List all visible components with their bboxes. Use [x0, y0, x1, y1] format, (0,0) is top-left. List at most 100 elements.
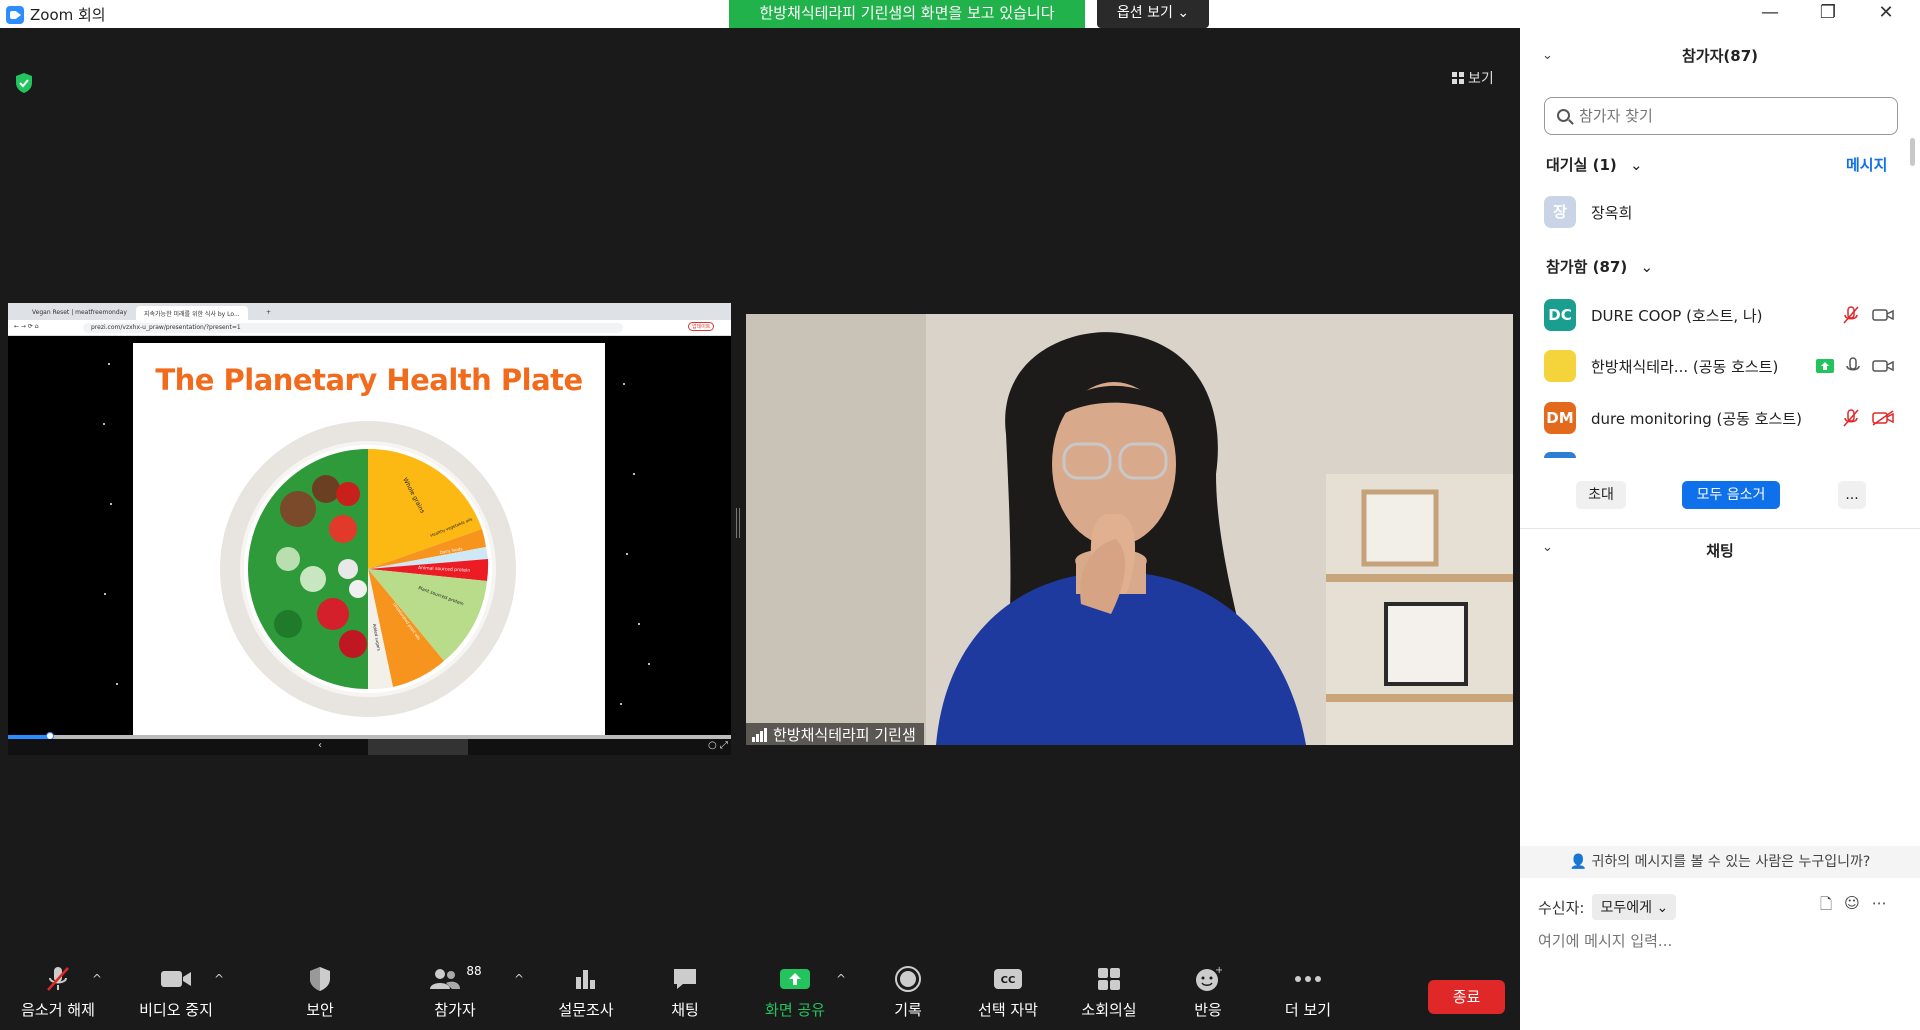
- participant-count-badge: 88: [466, 964, 482, 978]
- browser-tab-strip: Vegan Reset | meatfreemonday 지속가능한 미래를 위…: [8, 303, 731, 320]
- mute-all-button[interactable]: 모두 음소거: [1682, 481, 1780, 509]
- participant-name: 한방채식테라피 기린샘: [773, 726, 916, 744]
- avatar: 장: [1544, 196, 1576, 228]
- participants-more-button[interactable]: ...: [1838, 481, 1866, 509]
- breakout-rooms-button[interactable]: 소회의실: [1074, 962, 1144, 1020]
- slide-title: The Planetary Health Plate: [155, 363, 583, 397]
- minimize-button[interactable]: —: [1750, 2, 1790, 23]
- end-meeting-button[interactable]: 종료: [1428, 980, 1505, 1014]
- share-screen-button[interactable]: 화면 공유: [755, 962, 835, 1020]
- meeting-toolbar: 음소거 해제 ^ 비디오 중지 ^ 보안 88 참가자 ^ 설문조사 채팅 화면…: [0, 952, 1520, 1030]
- chat-button[interactable]: 채팅: [655, 962, 715, 1020]
- unmute-button[interactable]: 음소거 해제: [12, 962, 104, 1020]
- panel-divider: [1520, 528, 1920, 529]
- participant-name: 장옥희: [1591, 203, 1633, 222]
- svg-text:+: +: [1215, 965, 1222, 976]
- participant-list-scrollbar[interactable]: [1910, 138, 1915, 166]
- tile-resize-handle[interactable]: [736, 508, 740, 538]
- emoji-icon[interactable]: ☺: [1844, 894, 1860, 919]
- view-button[interactable]: 보기: [1452, 68, 1494, 88]
- shared-screen-tile[interactable]: Vegan Reset | meatfreemonday 지속가능한 미래를 위…: [8, 303, 731, 755]
- video-options-caret[interactable]: ^: [214, 972, 224, 986]
- avatar: [1544, 452, 1576, 458]
- file-icon[interactable]: 🗋: [1820, 894, 1832, 919]
- record-icon: [880, 962, 936, 996]
- more-button[interactable]: 더 보기: [1276, 962, 1340, 1020]
- chat-tools: 🗋 ☺ ⋯: [1820, 894, 1887, 919]
- close-button[interactable]: ✕: [1866, 2, 1906, 23]
- search-icon: [1557, 109, 1570, 122]
- muted-microphone-icon: [12, 962, 104, 996]
- participants-panel: ⌄ 참가자(87) 참가자 찾기 대기실 (1) ⌄ 메시지 장 장옥희 참가함…: [1520, 28, 1920, 1030]
- chat-recipient-select[interactable]: 모두에게 ⌄: [1592, 894, 1677, 920]
- more-icon[interactable]: ⋯: [1872, 894, 1887, 919]
- list-item[interactable]: 장 장옥희: [1544, 195, 1894, 229]
- participants-button[interactable]: 88 참가자: [420, 962, 490, 1020]
- video-camera-icon: [1872, 309, 1894, 321]
- encryption-shield-icon[interactable]: [14, 72, 34, 94]
- update-badge: 업데이트: [688, 322, 715, 331]
- chevron-down-icon: ⌄: [1640, 258, 1654, 276]
- chat-message-input[interactable]: [1538, 932, 1898, 950]
- chevron-down-icon: ⌄: [1656, 900, 1669, 916]
- maximize-button[interactable]: ❐: [1808, 2, 1848, 23]
- zoom-logo-icon: [6, 5, 24, 24]
- avatar: DC: [1544, 299, 1576, 331]
- screen-share-banner: 한방채식테라피 기린샘의 화면을 보고 있습니다: [729, 0, 1085, 28]
- list-item[interactable]: DC DURE COOP (호스트, 나): [1544, 298, 1894, 332]
- share-options-caret[interactable]: ^: [836, 972, 846, 986]
- security-button[interactable]: 보안: [290, 962, 350, 1020]
- view-options-button[interactable]: 옵션 보기 ⌄: [1097, 0, 1209, 28]
- closed-caption-icon: CC: [970, 962, 1046, 996]
- chevron-down-icon: ⌄: [1630, 156, 1643, 174]
- list-item[interactable]: DM dure monitoring (공동 호스트): [1544, 401, 1894, 435]
- invite-button[interactable]: 초대: [1576, 481, 1626, 509]
- participants-icon: 88: [420, 962, 490, 996]
- person-icon: 👤: [1569, 854, 1588, 870]
- record-button[interactable]: 기록: [880, 962, 936, 1020]
- browser-nav-icons: ← → ⟳ ⌂: [14, 323, 39, 330]
- new-tab-icon: +: [266, 309, 272, 316]
- slide-scrubber[interactable]: [368, 739, 468, 755]
- prev-slide-icon[interactable]: ‹: [318, 740, 322, 751]
- chat-title: 채팅: [1706, 542, 1734, 560]
- video-camera-icon: [130, 962, 222, 996]
- in-meeting-header[interactable]: 참가함 (87) ⌄: [1546, 256, 1653, 277]
- presentation-nav-strip: ‹ ○ ⤢: [8, 739, 731, 755]
- participant-name: DURE COOP (호스트, 나): [1591, 306, 1763, 325]
- signal-strength-icon: [752, 727, 767, 742]
- participants-title: 참가자(87): [1682, 47, 1758, 65]
- fullscreen-icon[interactable]: ○ ⤢: [708, 740, 728, 751]
- polls-button[interactable]: 설문조사: [548, 962, 624, 1020]
- breakout-rooms-icon: [1074, 962, 1144, 996]
- chat-bubble-icon: [655, 962, 715, 996]
- stop-video-button[interactable]: 비디오 중지: [130, 962, 222, 1020]
- poll-bar-icon: [548, 962, 624, 996]
- closed-caption-button[interactable]: CC 선택 자막: [970, 962, 1046, 1020]
- reaction-icon: +: [1186, 962, 1230, 996]
- participant-video-tile[interactable]: 한방채식테라피 기린샘: [746, 314, 1513, 745]
- list-item[interactable]: 한방채식테라... (공동 호스트): [1544, 349, 1894, 383]
- browser-tab-active: 지속가능한 미래를 위한 식사 by Lo...: [136, 306, 248, 320]
- video-off-icon: [1872, 410, 1894, 426]
- reactions-button[interactable]: + 반응: [1186, 962, 1230, 1020]
- presentation-slide: The Planetary Health Plate Whole grains …: [133, 343, 605, 735]
- participants-options-caret[interactable]: ^: [514, 972, 524, 986]
- video-camera-icon: [1872, 360, 1894, 372]
- waiting-room-header[interactable]: 대기실 (1) ⌄: [1546, 154, 1643, 175]
- grid-view-icon: [1452, 72, 1464, 84]
- waiting-room-message-link[interactable]: 메시지: [1846, 154, 1887, 175]
- sharing-screen-icon: [1816, 359, 1834, 373]
- muted-microphone-icon: [1843, 306, 1859, 324]
- shield-icon: [290, 962, 350, 996]
- microphone-icon: [1846, 357, 1860, 371]
- planetary-plate-illustration: Whole grains Healthy vegetable oils Dair…: [220, 421, 516, 717]
- chat-visibility-notice[interactable]: 👤 귀하의 메시지를 볼 수 있는 사람은 누구입니까?: [1520, 846, 1920, 878]
- meeting-stage: 보기 Vegan Reset | meatfreemonday 지속가능한 미래…: [0, 28, 1520, 952]
- avatar: DM: [1544, 402, 1576, 434]
- more-icon: [1276, 962, 1340, 996]
- audio-options-caret[interactable]: ^: [92, 972, 102, 986]
- participant-search-input[interactable]: 참가자 찾기: [1544, 97, 1898, 135]
- participant-name-tag: 한방채식테라피 기린샘: [746, 723, 924, 745]
- svg-text:CC: CC: [1001, 975, 1016, 986]
